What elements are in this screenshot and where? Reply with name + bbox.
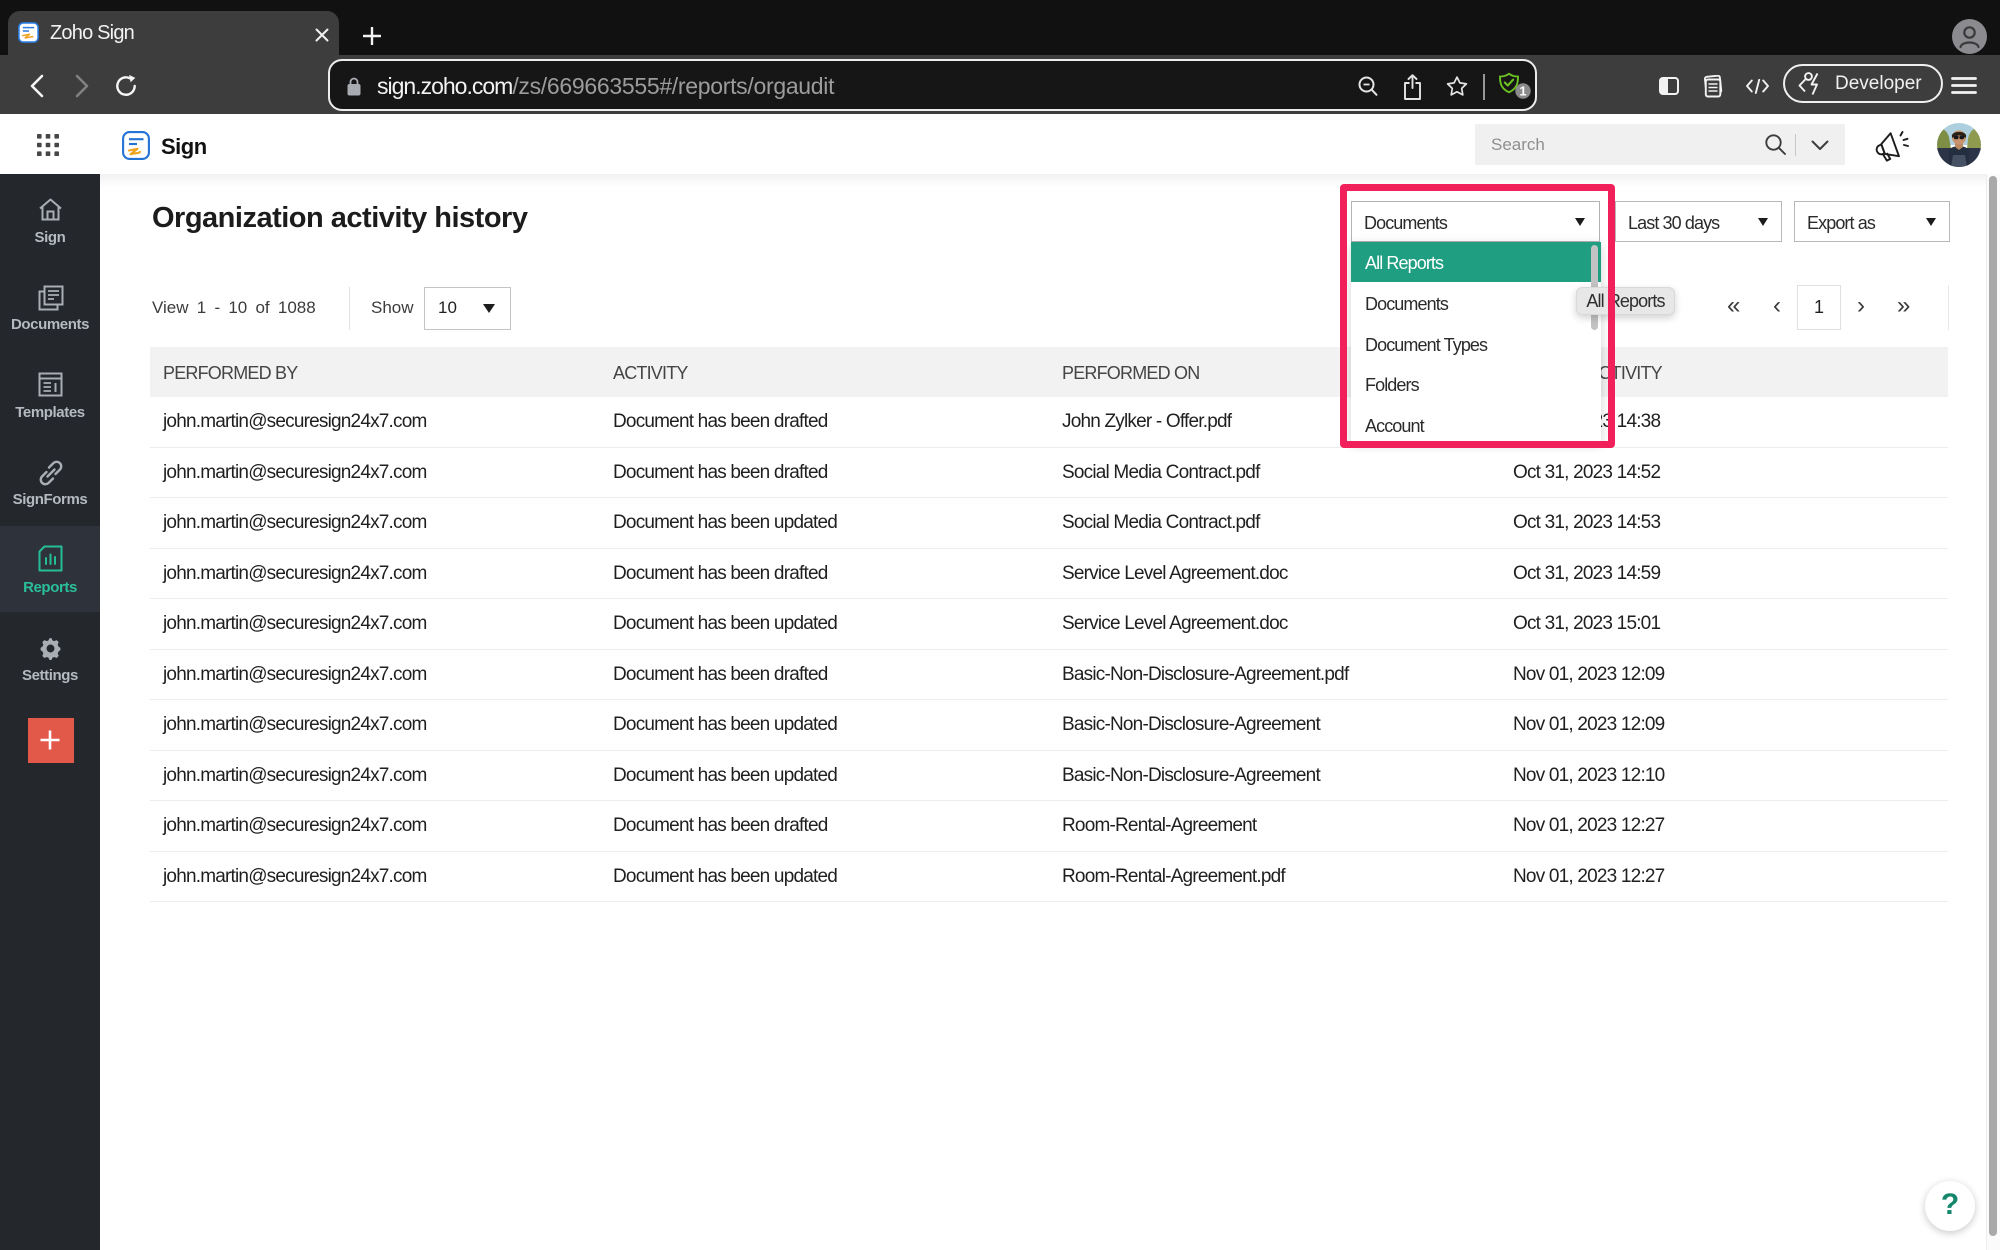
svg-text:1: 1 [1519,84,1526,99]
